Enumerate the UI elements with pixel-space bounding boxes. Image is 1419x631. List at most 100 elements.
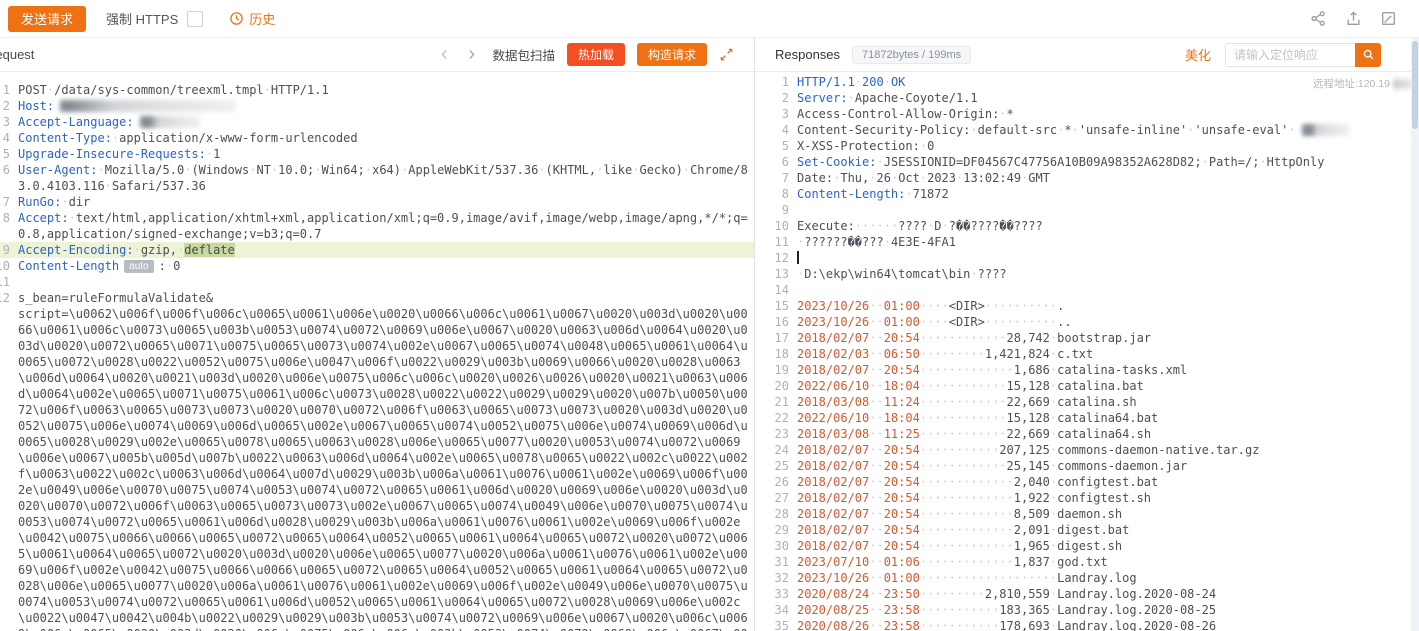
- history-next-button[interactable]: [463, 46, 480, 63]
- code-line[interactable]: 8Accept:·text/html,application/xhtml+xml…: [0, 210, 754, 242]
- code-line-content: Content-Security-Policy:·default-src·*·'…: [797, 122, 1407, 138]
- code-line[interactable]: 352020/08/26··23:58···········178,693·La…: [755, 618, 1407, 631]
- code-line[interactable]: 3Access-Control-Allow-Origin:·*: [755, 106, 1407, 122]
- code-token: 2018/02/03: [797, 347, 869, 361]
- packet-scan-button[interactable]: 数据包扫描: [492, 45, 555, 64]
- code-line[interactable]: 12: [755, 250, 1407, 266]
- code-line[interactable]: 5Upgrade-Insecure-Requests:·1: [0, 146, 754, 162]
- hot-reload-button[interactable]: 热加载: [567, 43, 625, 66]
- code-line[interactable]: 1HTTP/1.1·200·OK: [755, 74, 1407, 90]
- whitespace-dots: ·: [884, 235, 891, 249]
- responses-tab[interactable]: Responses: [775, 47, 840, 62]
- whitespace-dots: ··: [869, 571, 883, 585]
- code-line[interactable]: 9: [755, 202, 1407, 218]
- response-search-input[interactable]: [1225, 43, 1355, 67]
- request-editor[interactable]: 1POST·/data/sys-common/treexml.tmpl·HTTP…: [0, 72, 754, 631]
- code-line[interactable]: 312023/07/10··01:06·············1,837·go…: [755, 554, 1407, 570]
- export-icon[interactable]: [1345, 10, 1362, 27]
- code-line[interactable]: 342020/08/25··23:58···········183,365·La…: [755, 602, 1407, 618]
- code-line[interactable]: 4Content-Type:·application/x-www-form-ur…: [0, 130, 754, 146]
- code-line[interactable]: 152023/10/26··01:00····<DIR>··········.: [755, 298, 1407, 314]
- code-line[interactable]: 10Execute:······????·D·?��????��????: [755, 218, 1407, 234]
- whitespace-dots: ·: [264, 83, 271, 97]
- code-line[interactable]: 9Accept-Encoding:·gzip,·deflate: [0, 242, 754, 258]
- line-number: 31: [755, 554, 789, 570]
- code-line-content: Accept:·text/html,application/xhtml+xml,…: [18, 210, 754, 242]
- code-line-content: 2018/02/03··06:50·········1,421,824·c.tx…: [797, 346, 1407, 362]
- code-line[interactable]: 222022/06/10··18:04············15,128·ca…: [755, 410, 1407, 426]
- code-line[interactable]: 212018/03/08··11:24············22,669·ca…: [755, 394, 1407, 410]
- code-line[interactable]: 322023/10/26··01:00···················La…: [755, 570, 1407, 586]
- code-line[interactable]: 14: [755, 282, 1407, 298]
- line-number: 2: [755, 90, 789, 106]
- code-line[interactable]: 12s_bean=ruleFormulaValidate&script=\u00…: [0, 290, 754, 631]
- code-line[interactable]: 262018/02/07··20:54·············2,040·co…: [755, 474, 1407, 490]
- code-line[interactable]: 8Content-Length:·71872: [755, 186, 1407, 202]
- code-line[interactable]: 332020/08/24··23:50·········2,810,559·La…: [755, 586, 1407, 602]
- search-button[interactable]: [1355, 43, 1381, 67]
- line-number: 9: [755, 202, 789, 218]
- code-line[interactable]: 13·D:\ekp\win64\tomcat\bin·????: [755, 266, 1407, 282]
- code-line[interactable]: 7Date:·Thu,·26·Oct·2023·13:02:49·GMT: [755, 170, 1407, 186]
- code-line-content: 2018/02/07··20:54············25,145·comm…: [797, 458, 1407, 474]
- code-token: 10.0;: [278, 163, 314, 177]
- code-token: default-src: [978, 123, 1057, 137]
- whitespace-dots: ·: [942, 219, 949, 233]
- line-number: 3: [755, 106, 789, 122]
- code-line[interactable]: 282018/02/07··20:54·············8,509·da…: [755, 506, 1407, 522]
- code-token: 2018/02/07: [797, 363, 869, 377]
- edit-note-icon[interactable]: [1380, 10, 1397, 27]
- code-token: 183,365: [999, 603, 1050, 617]
- code-line[interactable]: 252018/02/07··20:54············25,145·co…: [755, 458, 1407, 474]
- whitespace-dots: ·: [855, 75, 862, 89]
- code-line[interactable]: 162023/10/26··01:00····<DIR>··········..: [755, 314, 1407, 330]
- whitespace-dots: ····: [920, 299, 949, 313]
- code-line[interactable]: 6User-Agent:·Mozilla/5.0·(Windows·NT·10.…: [0, 162, 754, 194]
- code-line[interactable]: 11·??????��???·4E3E-4FA1: [755, 234, 1407, 250]
- code-line[interactable]: 192018/02/07··20:54·············1,686·ca…: [755, 362, 1407, 378]
- code-line[interactable]: 4Content-Security-Policy:·default-src·*·…: [755, 122, 1407, 138]
- code-token: 2018/02/07: [797, 475, 869, 489]
- code-line[interactable]: 292018/02/07··20:54·············2,091·di…: [755, 522, 1407, 538]
- code-line[interactable]: 2 Server:·Apache-Coyote/1.1: [755, 90, 1407, 106]
- code-token: catalina.bat: [1057, 379, 1144, 393]
- code-line[interactable]: 242018/02/07··20:54···········207,125·co…: [755, 442, 1407, 458]
- code-line[interactable]: 2Host:: [0, 98, 754, 114]
- code-line-content: Server:·Apache-Coyote/1.1: [797, 90, 1407, 106]
- force-https-checkbox[interactable]: [187, 11, 203, 27]
- code-line[interactable]: 232018/03/08··11:25············22,669·ca…: [755, 426, 1407, 442]
- code-line[interactable]: 7RunGo:·dir: [0, 194, 754, 210]
- code-line[interactable]: 272018/02/07··20:54·············1,922·co…: [755, 490, 1407, 506]
- beautify-button[interactable]: 美化: [1185, 45, 1211, 64]
- whitespace-dots: ·············: [920, 363, 1014, 377]
- whitespace-dots: ·: [105, 179, 112, 193]
- construct-request-button[interactable]: 构造请求: [637, 43, 707, 66]
- code-line[interactable]: 11: [0, 274, 754, 290]
- code-line-content: ·D:\ekp\win64\tomcat\bin·????: [797, 266, 1407, 282]
- code-token: 2022/06/10: [797, 379, 869, 393]
- code-line[interactable]: 172018/02/07··20:54············28,742·bo…: [755, 330, 1407, 346]
- code-line-content: 2022/06/10··18:04············15,128·cata…: [797, 410, 1407, 426]
- code-line[interactable]: 6Set-Cookie:·JSESSIONID=DF04567C47756A10…: [755, 154, 1407, 170]
- code-line[interactable]: 182018/02/03··06:50·········1,421,824·c.…: [755, 346, 1407, 362]
- code-token: *: [1007, 107, 1014, 121]
- response-editor[interactable]: 远程地址:120.19 1HTTP/1.1·200·OK2Server:·Apa…: [755, 72, 1419, 631]
- code-line[interactable]: 10Content-Lengthauto:·0: [0, 258, 754, 274]
- history-button[interactable]: 历史: [229, 9, 275, 28]
- share-icon[interactable]: [1310, 10, 1327, 27]
- code-line[interactable]: 5X-XSS-Protection:·0: [755, 138, 1407, 154]
- expand-button[interactable]: [717, 45, 736, 64]
- send-request-button[interactable]: 发送请求: [8, 6, 86, 32]
- code-line[interactable]: 302018/02/07··20:54·············1,965·di…: [755, 538, 1407, 554]
- response-scrollbar[interactable]: [1411, 38, 1419, 631]
- code-line[interactable]: 3Accept-Language:: [0, 114, 754, 130]
- scrollbar-thumb[interactable]: [1412, 41, 1418, 129]
- line-number: 16: [755, 314, 789, 330]
- whitespace-dots: ··: [869, 347, 883, 361]
- code-token: 18:04: [884, 379, 920, 393]
- code-line[interactable]: 1POST·/data/sys-common/treexml.tmpl·HTTP…: [0, 82, 754, 98]
- history-prev-button[interactable]: [436, 46, 453, 63]
- code-line[interactable]: 202022/06/10··18:04············15,128·ca…: [755, 378, 1407, 394]
- redacted-blur: [1302, 124, 1350, 136]
- force-https-toggle[interactable]: 强制 HTTPS: [106, 9, 203, 28]
